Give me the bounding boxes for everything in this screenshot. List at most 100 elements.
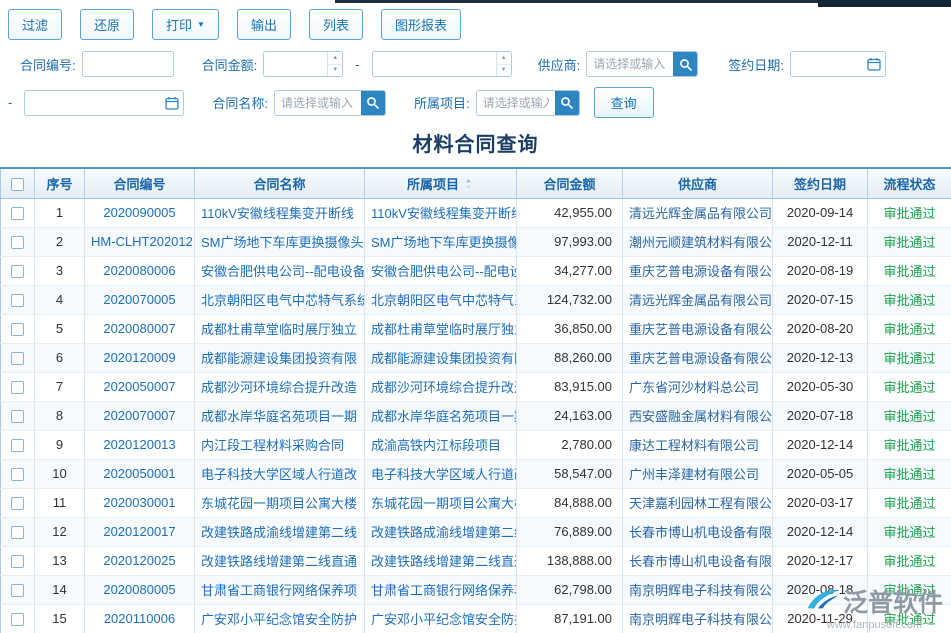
contract-name-link[interactable]: 广安邓小平纪念馆安全防护 [195,604,365,633]
project-link[interactable]: 成渝高铁内江标段项目 [365,430,517,459]
select-all-checkbox[interactable] [11,178,24,191]
row-checkbox[interactable] [11,323,24,336]
contract-name-link[interactable]: SM广场地下车库更换摄像头 [195,227,365,256]
row-checkbox[interactable] [11,584,24,597]
row-index: 9 [35,430,85,459]
amount-max-input[interactable] [373,57,496,71]
contract-no-link[interactable]: 2020080005 [85,575,195,604]
project-input[interactable] [477,96,555,110]
search-icon[interactable] [555,91,579,115]
contract-no-input[interactable] [83,57,173,71]
watermark-brand: 泛普软件 [843,583,943,619]
project-link[interactable]: 安徽合肥供电公司--配电设备 [365,256,517,285]
row-checkbox[interactable] [11,410,24,423]
search-icon[interactable] [361,91,385,115]
row-checkbox[interactable] [11,294,24,307]
row-checkbox[interactable] [11,439,24,452]
project-link[interactable]: 成都杜甫草堂临时展厅独立 [365,314,517,343]
contract-no-link[interactable]: HM-CLHT202012 [85,227,195,256]
row-checkbox-cell [1,314,35,343]
contract-no-link[interactable]: 2020030001 [85,488,195,517]
project-link[interactable]: 改建铁路成渝线增建第二线 [365,517,517,546]
col-header-amount[interactable]: 合同金额 [517,168,623,198]
amount-min-input[interactable] [264,57,327,71]
contract-name-link[interactable]: 北京朝阳区电气中芯特气系统 [195,285,365,314]
contract-no-link[interactable]: 2020090005 [85,198,195,227]
calendar-icon[interactable] [863,52,885,76]
project-link[interactable]: 改建铁路线增建第二线直通 [365,546,517,575]
contract-name-link[interactable]: 成都沙河环境综合提升改造 [195,372,365,401]
project-link[interactable]: 成都沙河环境综合提升改造 [365,372,517,401]
print-button[interactable]: 打印▼ [152,9,219,40]
contract-no-link[interactable]: 2020070007 [85,401,195,430]
project-link[interactable]: 110kV安徽线程集变开断线 [365,198,517,227]
col-header-contract-no[interactable]: 合同编号 [85,168,195,198]
col-header-supplier[interactable]: 供应商 [623,168,773,198]
contract-no-link[interactable]: 2020080007 [85,314,195,343]
row-checkbox[interactable] [11,468,24,481]
contract-no-link[interactable]: 2020050001 [85,459,195,488]
reset-button[interactable]: 还原 [80,9,134,40]
contract-name-link[interactable]: 东城花园一期项目公寓大楼 [195,488,365,517]
project-link[interactable]: 电子科技大学区域人行道改 [365,459,517,488]
contract-name-link[interactable]: 改建铁路线增建第二线直通 [195,546,365,575]
contract-no-link[interactable]: 2020120009 [85,343,195,372]
contract-name-link[interactable]: 安徽合肥供电公司--配电设备 [195,256,365,285]
contract-no-link[interactable]: 2020120013 [85,430,195,459]
project-link[interactable]: 北京朝阳区电气中芯特气系统 [365,285,517,314]
spinner-down-icon[interactable]: ▼ [328,65,342,77]
row-checkbox[interactable] [11,497,24,510]
contract-no-link[interactable]: 2020120025 [85,546,195,575]
row-checkbox[interactable] [11,236,24,249]
contract-name-link[interactable]: 内江段工程材料采购合同 [195,430,365,459]
project-link[interactable]: SM广场地下车库更换摄像头 [365,227,517,256]
row-checkbox[interactable] [11,207,24,220]
sign-date-from-input[interactable] [791,57,863,71]
search-icon[interactable] [673,52,697,76]
project-link[interactable]: 成都水岸华庭名苑项目一期 [365,401,517,430]
col-header-status[interactable]: 流程状态 [868,168,951,198]
project-link[interactable]: 甘肃省工商银行网络保养项 [365,575,517,604]
project-link[interactable]: 东城花园一期项目公寓大楼 [365,488,517,517]
row-checkbox[interactable] [11,555,24,568]
spinner-up-icon[interactable]: ▲ [497,52,511,65]
row-checkbox[interactable] [11,352,24,365]
export-button[interactable]: 输出 [237,9,291,40]
contract-name-link[interactable]: 成都杜甫草堂临时展厅独立 [195,314,365,343]
col-header-project[interactable]: 所属项目 [365,168,517,198]
project-link[interactable]: 成都能源建设集团投资有限 [365,343,517,372]
contract-name-input[interactable] [275,96,361,110]
contract-no-link[interactable]: 2020070005 [85,285,195,314]
contract-no-link[interactable]: 2020050007 [85,372,195,401]
graph-report-button[interactable]: 图形报表 [381,9,461,40]
contract-name-link[interactable]: 110kV安徽线程集变开断线 [195,198,365,227]
project-link[interactable]: 广安邓小平纪念馆安全防护 [365,604,517,633]
contract-no-link[interactable]: 2020110006 [85,604,195,633]
spinner-up-icon[interactable]: ▲ [328,52,342,65]
contract-name-link[interactable]: 成都水岸华庭名苑项目一期 [195,401,365,430]
contract-name-link[interactable]: 甘肃省工商银行网络保养项 [195,575,365,604]
contract-no-link[interactable]: 2020080006 [85,256,195,285]
query-button[interactable]: 查询 [594,87,654,118]
list-button[interactable]: 列表 [309,9,363,40]
sign-date: 2020-08-19 [773,256,868,285]
row-checkbox[interactable] [11,613,24,626]
row-checkbox[interactable] [11,526,24,539]
col-header-contract-name[interactable]: 合同名称 [195,168,365,198]
row-index: 2 [35,227,85,256]
sort-icon[interactable] [463,178,474,193]
sign-date-to-input[interactable] [25,96,161,110]
contract-name-link[interactable]: 成都能源建设集团投资有限 [195,343,365,372]
contract-name-link[interactable]: 电子科技大学区域人行道改 [195,459,365,488]
row-checkbox[interactable] [11,381,24,394]
table-row: 1 2020090005 110kV安徽线程集变开断线 110kV安徽线程集变开… [1,198,951,227]
contract-no-link[interactable]: 2020120017 [85,517,195,546]
contract-name-link[interactable]: 改建铁路成渝线增建第二线 [195,517,365,546]
col-header-sign-date[interactable]: 签约日期 [773,168,868,198]
supplier-input[interactable] [587,57,673,71]
row-checkbox[interactable] [11,265,24,278]
col-header-no[interactable]: 序号 [35,168,85,198]
calendar-icon[interactable] [161,91,183,115]
spinner-down-icon[interactable]: ▼ [497,65,511,77]
filter-button[interactable]: 过滤 [8,9,62,40]
